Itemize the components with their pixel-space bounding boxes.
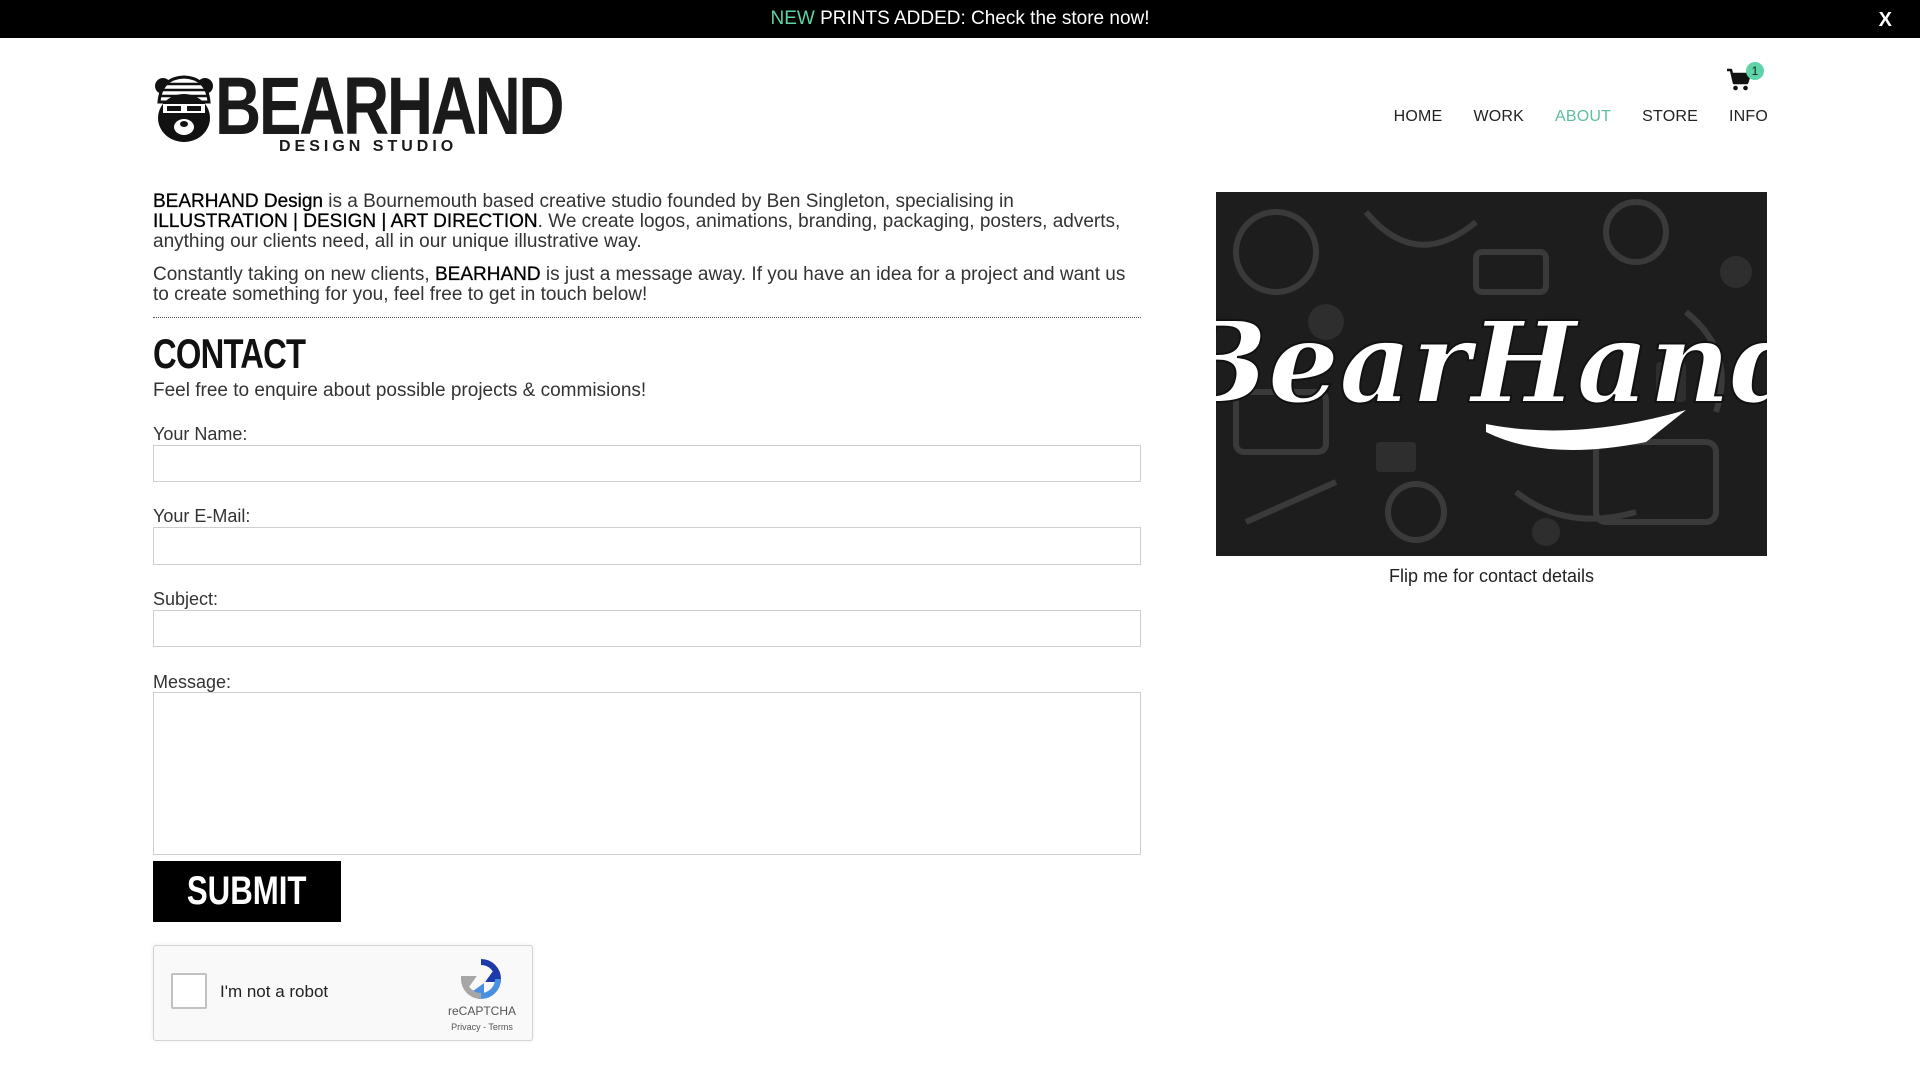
recaptcha-widget: I'm not a robot reCAPTCHA Privacy - Term… xyxy=(153,945,533,1041)
main-nav: HOME WORK ABOUT STORE INFO xyxy=(1394,108,1768,126)
recaptcha-links[interactable]: Privacy - Terms xyxy=(442,1022,522,1032)
recaptcha-brand: reCAPTCHA xyxy=(447,1004,516,1018)
logo-tagline: DESIGN STUDIO xyxy=(279,138,458,155)
intro-services: ILLUSTRATION | DESIGN | ART DIRECTION xyxy=(153,211,538,232)
contact-title: CONTACT xyxy=(153,330,306,377)
nav-about[interactable]: ABOUT xyxy=(1555,108,1611,126)
announcement-bar: NEW PRINTS ADDED: Check the store now! X xyxy=(0,0,1920,38)
message-textarea[interactable] xyxy=(153,692,1141,855)
svg-text:BearHand: BearHand xyxy=(1216,298,1767,429)
section-divider xyxy=(153,317,1141,318)
intro-text-1: is a Bournemouth based creative studio f… xyxy=(323,191,1014,212)
email-label: Your E-Mail: xyxy=(153,506,251,526)
announcement-new-label: NEW xyxy=(770,8,815,29)
nav-info[interactable]: INFO xyxy=(1729,108,1768,126)
flip-card[interactable]: BearHand xyxy=(1216,192,1767,556)
logo-wordmark: BEARHAND xyxy=(215,61,565,152)
submit-button[interactable]: SUBMIT xyxy=(153,861,341,922)
nav-home[interactable]: HOME xyxy=(1394,108,1443,126)
message-label: Message: xyxy=(153,672,232,692)
bearhand-script-logo: BearHand xyxy=(1216,297,1767,450)
intro-text-3: Constantly taking on new clients, xyxy=(153,264,435,285)
recaptcha-label: I'm not a robot xyxy=(220,982,329,1001)
recaptcha-logo-icon xyxy=(460,959,502,1000)
intro-text: BEARHAND Design is a Bournemouth based c… xyxy=(153,191,1143,318)
subject-label: Subject: xyxy=(153,589,219,609)
subject-input[interactable] xyxy=(153,610,1141,647)
flip-card-caption: Flip me for contact details xyxy=(1388,566,1595,586)
recaptcha-checkbox[interactable] xyxy=(171,973,207,1009)
email-input[interactable] xyxy=(153,527,1141,565)
contact-subtitle: Feel free to enquire about possible proj… xyxy=(153,380,647,401)
name-input[interactable] xyxy=(153,445,1141,482)
intro-paragraph-2: Constantly taking on new clients, BEARHA… xyxy=(153,264,1143,305)
submit-label: SUBMIT xyxy=(187,869,307,913)
nav-store[interactable]: STORE xyxy=(1642,108,1698,126)
announcement-text[interactable]: NEW PRINTS ADDED: Check the store now! xyxy=(0,8,1920,30)
bear-head-icon xyxy=(155,75,213,142)
intro-brand: BEARHAND Design xyxy=(153,191,323,212)
bearhand-pattern-image: BearHand xyxy=(1216,192,1767,556)
cart-button[interactable]: 1 xyxy=(1726,62,1766,91)
intro-paragraph-1: BEARHAND Design is a Bournemouth based c… xyxy=(153,191,1143,252)
announcement-message: PRINTS ADDED: Check the store now! xyxy=(814,8,1150,29)
site-logo[interactable]: BEARHAND DESIGN STUDIO xyxy=(153,66,565,160)
cart-count-badge: 1 xyxy=(1746,62,1764,80)
intro-brand-2: BEARHAND xyxy=(435,264,541,285)
close-icon[interactable]: X xyxy=(1879,9,1892,32)
nav-work[interactable]: WORK xyxy=(1473,108,1524,126)
name-label: Your Name: xyxy=(153,424,248,444)
